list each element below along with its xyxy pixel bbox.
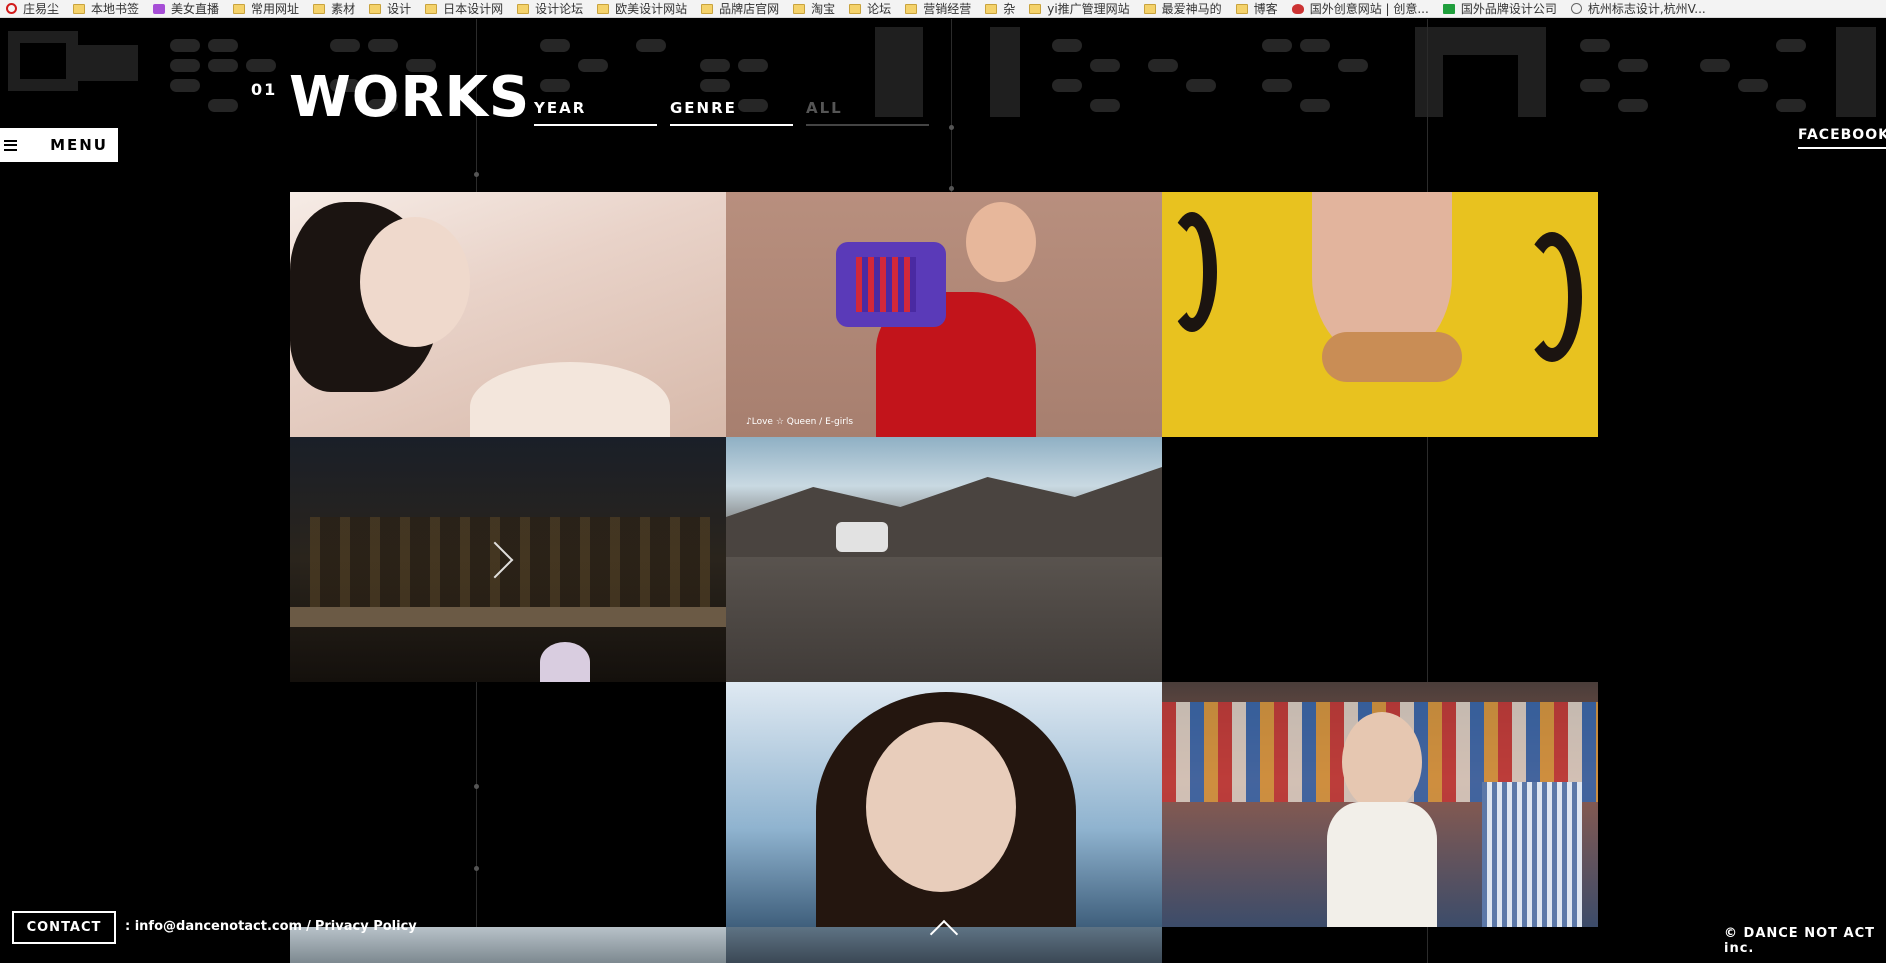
folder-icon: [597, 3, 610, 14]
tile-figure: [1327, 802, 1437, 927]
folder-icon: [73, 3, 86, 14]
globe-icon: [1570, 3, 1582, 14]
bookmark-item[interactable]: 国外品牌设计公司: [1442, 0, 1557, 17]
tile-caption: ♪Love ☆ Queen / E-girls: [746, 417, 854, 427]
work-tile-yellow-question[interactable]: [1162, 192, 1598, 437]
tile-figure: [1322, 332, 1462, 382]
folder-icon: [369, 3, 382, 14]
bookmark-item[interactable]: 淘宝: [793, 0, 835, 17]
folder-icon: [1143, 3, 1156, 14]
opera-icon: [6, 3, 17, 14]
bookmark-item[interactable]: 论坛: [849, 0, 891, 17]
tile-figure: [470, 362, 670, 437]
bookmark-item[interactable]: 设计: [369, 0, 411, 17]
header-pattern: [0, 19, 1886, 119]
bookmark-item[interactable]: yi推广管理网站: [1029, 0, 1130, 17]
shield-icon: [1291, 3, 1304, 14]
tile-figure: [726, 467, 1162, 557]
guide-dot: [949, 186, 954, 191]
guide-dot: [474, 866, 479, 871]
tile-figure: [1482, 782, 1582, 927]
green-square-icon: [1442, 3, 1455, 14]
menu-button[interactable]: MENU: [0, 128, 118, 162]
work-tile-woman-lying[interactable]: [290, 192, 726, 437]
work-tile-red-dress-bag[interactable]: ♪Love ☆ Queen / E-girls: [726, 192, 1162, 437]
guide-dot: [474, 172, 479, 177]
folder-icon: [233, 3, 246, 14]
copyright: © DANCE NOT ACT inc.: [1724, 926, 1875, 956]
folder-icon: [425, 3, 438, 14]
guide-dot: [474, 784, 479, 789]
folder-icon: [905, 3, 918, 14]
bookmark-item[interactable]: 常用网址: [233, 0, 299, 17]
tile-figure: [836, 522, 888, 552]
bookmark-item[interactable]: 最爱神马的: [1143, 0, 1222, 17]
work-tile-clothing-store[interactable]: [1162, 682, 1598, 927]
filter-genre[interactable]: GENRE: [670, 97, 793, 126]
folder-icon: [701, 3, 714, 14]
folder-icon: [517, 3, 530, 14]
tile-figure: [966, 202, 1036, 282]
tile-figure: [290, 607, 726, 627]
bookmark-item[interactable]: 欧美设计网站: [597, 0, 687, 17]
facebook-link[interactable]: FACEBOOK: [1798, 127, 1886, 149]
section-number: 01: [251, 80, 278, 99]
contact-button[interactable]: CONTACT: [12, 911, 116, 944]
bookmark-item[interactable]: 博客: [1235, 0, 1278, 17]
folder-icon: [313, 3, 326, 14]
bookmark-item[interactable]: 素材: [313, 0, 355, 17]
page-title: WORKS: [289, 65, 531, 130]
tile-figure: [540, 642, 590, 682]
bookmark-item[interactable]: 杭州标志设计,杭州V...: [1570, 0, 1706, 17]
folder-icon: [849, 3, 862, 14]
contact-separator: /: [306, 919, 311, 934]
menu-label: MENU: [50, 136, 108, 154]
tile-figure: [856, 257, 916, 312]
hamburger-icon: [4, 139, 17, 151]
bookmark-item[interactable]: 日本设计网: [425, 0, 503, 17]
bookmark-item[interactable]: 国外创意网站 | 创意...: [1291, 0, 1429, 17]
tile-figure: [1167, 212, 1217, 332]
folder-icon: [985, 3, 998, 14]
tile-figure: [310, 517, 710, 617]
tile-figure: [1342, 712, 1422, 812]
bookmark-item[interactable]: 营销经营: [905, 0, 971, 17]
privacy-policy-link[interactable]: Privacy Policy: [315, 919, 417, 934]
guide-dot: [949, 125, 954, 130]
filter-year[interactable]: YEAR: [534, 97, 657, 126]
work-tile-palace-night[interactable]: [290, 437, 726, 682]
tile-figure: [360, 217, 470, 347]
bookmark-item[interactable]: 品牌店官网: [701, 0, 779, 17]
bookmarks-bar: 庄易尘 本地书签 美女直播 常用网址 素材 设计 日本设计网 设计论坛 欧美设计…: [0, 0, 1886, 18]
contact-email[interactable]: : info@dancenotact.com: [125, 919, 302, 934]
work-tile-portrait-blue[interactable]: [726, 682, 1162, 927]
tile-figure: [1522, 232, 1582, 362]
tile-figure: [866, 722, 1016, 892]
bookmark-item[interactable]: 设计论坛: [517, 0, 583, 17]
folder-icon: [793, 3, 806, 14]
bookmark-item[interactable]: 杂: [985, 0, 1015, 17]
folder-icon: [1029, 3, 1042, 14]
bookmark-item[interactable]: 本地书签: [73, 0, 139, 17]
tv-icon: [153, 3, 166, 14]
bookmark-item[interactable]: 美女直播: [153, 0, 219, 17]
bookmark-item[interactable]: 庄易尘: [6, 0, 59, 17]
filter-all[interactable]: ALL: [806, 97, 929, 126]
contact-info: : info@dancenotact.com / Privacy Policy: [125, 919, 417, 934]
folder-icon: [1235, 3, 1248, 14]
work-tile-mountain-car[interactable]: [726, 437, 1162, 682]
